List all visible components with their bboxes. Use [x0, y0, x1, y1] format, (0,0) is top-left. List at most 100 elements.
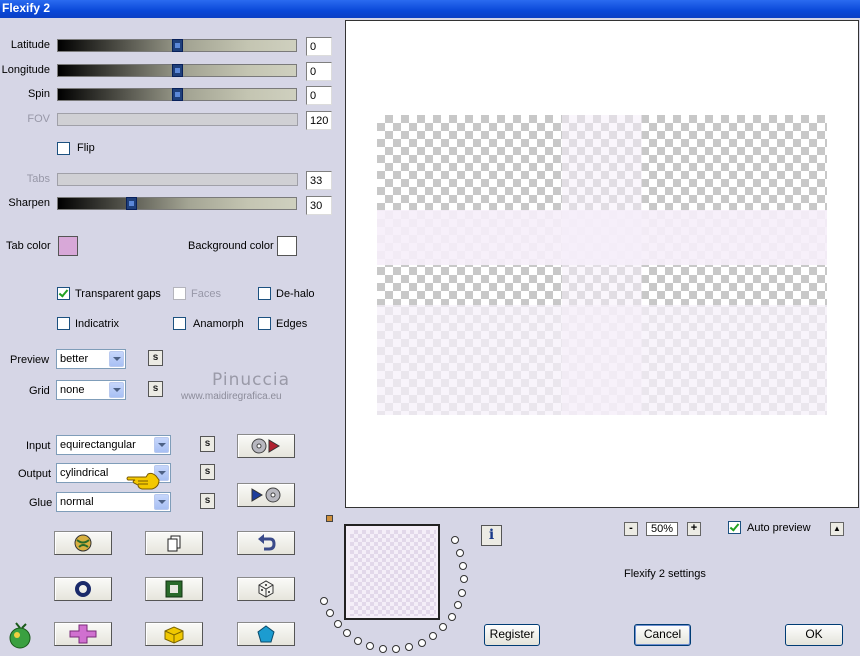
save-settings-button[interactable]	[237, 483, 295, 507]
main-preview-canvas[interactable]	[345, 20, 859, 508]
auto-preview-checkbox[interactable]	[728, 521, 741, 534]
dial-dot[interactable]	[392, 645, 401, 654]
fov-value: 120	[306, 111, 332, 130]
dial-dot[interactable]	[325, 609, 334, 618]
dice-icon	[258, 580, 274, 598]
dial-dot[interactable]	[379, 644, 388, 653]
output-select-value: cylindrical	[60, 467, 109, 479]
randomize-globe-button[interactable]	[54, 531, 112, 555]
zoom-in-button[interactable]: +	[687, 522, 701, 536]
dial-dot[interactable]	[447, 613, 456, 622]
grid-s-button[interactable]: s	[148, 381, 163, 397]
preview-column	[562, 115, 642, 415]
dial-dot[interactable]	[405, 643, 414, 652]
longitude-value[interactable]: 0	[306, 62, 332, 81]
chevron-down-icon[interactable]	[154, 437, 169, 453]
longitude-slider[interactable]	[57, 64, 297, 77]
background-color-swatch[interactable]	[277, 236, 297, 256]
pentagon-icon	[257, 625, 275, 643]
transparent-gaps-label: Transparent gaps	[75, 288, 161, 300]
dial-dot[interactable]	[429, 632, 438, 641]
ring-icon	[75, 581, 91, 597]
chevron-down-icon[interactable]	[154, 494, 169, 510]
dial-dot[interactable]	[417, 638, 426, 647]
edges-checkbox[interactable]	[258, 317, 271, 330]
square-frame-button[interactable]	[145, 577, 203, 601]
copy-button[interactable]	[145, 531, 203, 555]
cube-shape-button[interactable]	[145, 622, 203, 646]
glue-s-button[interactable]: s	[200, 493, 215, 509]
indicatrix-checkbox[interactable]	[57, 317, 70, 330]
fov-label: FOV	[27, 113, 50, 125]
preview-select[interactable]: better	[56, 349, 126, 369]
dial-dot[interactable]	[459, 561, 468, 570]
chevron-down-icon[interactable]	[109, 351, 124, 367]
dial-dot[interactable]	[450, 536, 459, 545]
sharpen-slider-thumb[interactable]	[126, 197, 137, 210]
dial-dot[interactable]	[366, 642, 375, 651]
spin-label: Spin	[27, 88, 50, 100]
dial-dot[interactable]	[354, 636, 363, 645]
dial-dot[interactable]	[459, 575, 468, 584]
dial-dot[interactable]	[458, 588, 467, 597]
output-s-button[interactable]: s	[200, 464, 215, 480]
glue-select[interactable]: normal	[56, 492, 171, 512]
longitude-label: Longitude	[1, 64, 50, 76]
ring-shape-button[interactable]	[54, 577, 112, 601]
dial-dot[interactable]	[333, 620, 342, 629]
sharpen-slider[interactable]	[57, 197, 297, 210]
navigator-thumbnail[interactable]	[344, 524, 440, 620]
faces-label: Faces	[191, 288, 221, 300]
spin-slider-thumb[interactable]	[172, 88, 183, 101]
zoom-level: 50%	[646, 522, 678, 536]
dial-dot[interactable]	[439, 623, 448, 632]
flexify-logo-icon	[9, 622, 31, 649]
preview-s-button[interactable]: s	[148, 350, 163, 366]
sharpen-value[interactable]: 30	[306, 196, 332, 215]
preview-image	[377, 115, 827, 415]
input-s-button[interactable]: s	[200, 436, 215, 452]
grid-select[interactable]: none	[56, 380, 126, 400]
random-dice-button[interactable]	[237, 577, 295, 601]
ok-button[interactable]: OK	[785, 624, 843, 646]
register-button[interactable]: Register	[484, 624, 540, 646]
info-button[interactable]: i	[481, 525, 502, 546]
transparent-gaps-checkbox[interactable]	[57, 287, 70, 300]
chevron-down-icon[interactable]	[109, 382, 124, 398]
tabs-value: 33	[306, 171, 332, 190]
spin-value[interactable]: 0	[306, 86, 332, 105]
input-label: Input	[26, 440, 51, 452]
flip-checkbox[interactable]	[57, 142, 70, 155]
longitude-slider-thumb[interactable]	[172, 64, 183, 77]
watermark-url: www.maidiregrafica.eu	[181, 391, 282, 402]
disc-save-icon	[251, 487, 281, 503]
preview-select-value: better	[60, 353, 89, 365]
input-select[interactable]: equirectangular	[56, 435, 171, 455]
background-color-label: Background color	[188, 240, 274, 252]
de-halo-checkbox[interactable]	[258, 287, 271, 300]
load-settings-button[interactable]	[237, 434, 295, 458]
cancel-button[interactable]: Cancel	[634, 624, 691, 646]
anamorph-checkbox[interactable]	[173, 317, 186, 330]
spin-slider[interactable]	[57, 88, 297, 101]
dial-dot[interactable]	[320, 597, 329, 606]
collapse-button[interactable]: ▲	[830, 522, 844, 536]
tab-color-label: Tab color	[6, 240, 51, 252]
latitude-slider[interactable]	[57, 39, 297, 52]
undo-icon	[258, 534, 276, 551]
grid-select-value: none	[60, 384, 85, 396]
zoom-out-button[interactable]: -	[624, 522, 638, 536]
tab-color-swatch[interactable]	[58, 236, 78, 256]
navigator-handle[interactable]	[326, 515, 333, 522]
watermark-name: Pinuccia	[212, 370, 290, 390]
dial-dot[interactable]	[456, 548, 465, 557]
dial-dot[interactable]	[343, 629, 352, 638]
latitude-slider-thumb[interactable]	[172, 39, 183, 52]
latitude-value[interactable]: 0	[306, 37, 332, 56]
undo-button[interactable]	[237, 531, 295, 555]
pentagon-shape-button[interactable]	[237, 622, 295, 646]
settings-name: Flexify 2 settings	[624, 568, 706, 580]
tabs-label: Tabs	[26, 173, 50, 185]
cross-shape-button[interactable]	[54, 622, 112, 646]
dial-dot[interactable]	[454, 601, 463, 610]
